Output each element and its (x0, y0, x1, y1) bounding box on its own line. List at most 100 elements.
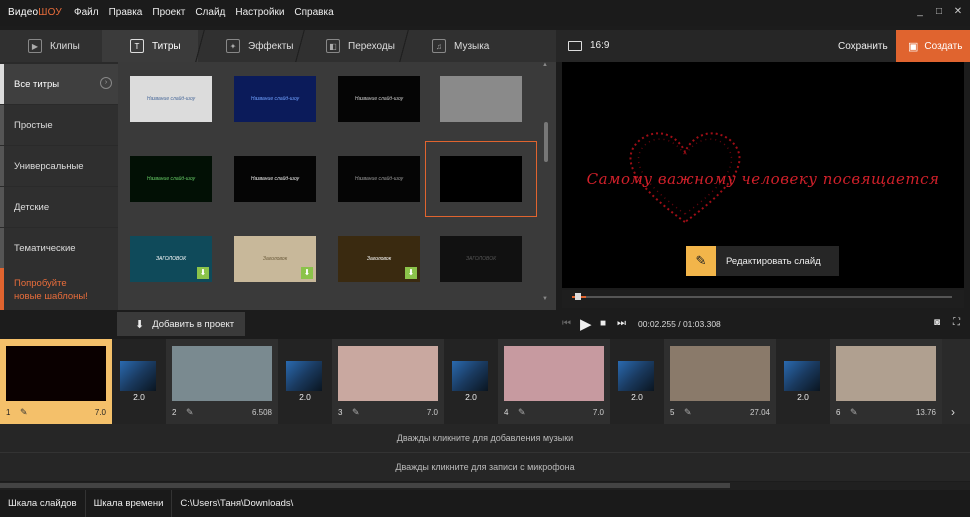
transition-duration: 2.0 (465, 392, 477, 402)
play-icon[interactable]: ▶ (580, 315, 592, 333)
slide-timeline: 1 ✎ 7.0 2.0 2 ✎ 6.508 2.0 3 ✎ 7.0 2.0 4 ✎ 7.0 2.0 5 ✎ 27.0… (0, 339, 970, 424)
time-separator: / (678, 319, 681, 329)
pencil-icon[interactable]: ✎ (352, 407, 360, 418)
download-icon[interactable]: ⬇ (405, 267, 417, 279)
title-thumbnail[interactable]: Название слайд-шоу (130, 156, 212, 202)
timeline-transition[interactable]: 2.0 (610, 339, 664, 424)
tab-transitions-label: Переходы (348, 40, 395, 52)
tab-music[interactable]: ♫ Музыка (404, 30, 510, 62)
tab-titles[interactable]: T Титры (102, 30, 198, 62)
download-icon[interactable]: ⬇ (301, 267, 313, 279)
timeline-transition[interactable]: 2.0 (278, 339, 332, 424)
scrollbar-thumb[interactable] (0, 483, 730, 488)
title-thumbnail[interactable]: Название слайд-шоу (234, 76, 316, 122)
fullscreen-icon[interactable]: ⛶ (953, 317, 960, 328)
stop-icon[interactable]: ■ (600, 318, 606, 329)
snapshot-icon[interactable]: ◙ (934, 317, 940, 328)
pencil-icon[interactable]: ✎ (518, 407, 526, 418)
title-thumbnail[interactable] (425, 141, 537, 217)
title-thumbnail[interactable]: Название слайд-шоу (338, 156, 420, 202)
timeline-slide[interactable]: 4 ✎ 7.0 (498, 339, 610, 424)
category-kids[interactable]: Детские (0, 187, 118, 227)
menu-help[interactable]: Справка (294, 7, 333, 18)
create-button[interactable]: ▣ Создать (896, 30, 970, 62)
pencil-icon[interactable]: ✎ (20, 407, 28, 418)
category-simple[interactable]: Простые (0, 105, 118, 145)
status-bar: Шкала слайдов Шкала времени C:\Users\Тан… (0, 490, 970, 517)
microphone-track[interactable]: Дважды кликните для записи с микрофона (0, 453, 970, 481)
transitions-icon: ◧ (326, 39, 340, 53)
title-thumbnail[interactable] (440, 76, 522, 122)
skip-forward-icon[interactable]: ⏭ (617, 318, 626, 329)
edit-slide-button[interactable]: ✎ Редактировать слайд (686, 246, 839, 276)
title-thumbnail[interactable]: Название слайд-шоу (234, 156, 316, 202)
save-button[interactable]: Сохранить (838, 41, 888, 52)
maximize-button[interactable]: □ (932, 5, 946, 19)
menu-edit[interactable]: Правка (109, 7, 143, 18)
title-thumbnail[interactable]: Заголовок ⬇ (338, 236, 420, 282)
timeline-transition[interactable]: 2.0 (444, 339, 498, 424)
download-icon[interactable]: ⬇ (197, 267, 209, 279)
thumbnail-caption: Название слайд-шоу (146, 176, 196, 182)
title-thumbnail[interactable]: Название слайд-шоу (338, 76, 420, 122)
tab-transitions[interactable]: ◧ Переходы (298, 30, 404, 62)
transition-duration: 2.0 (299, 392, 311, 402)
pencil-icon[interactable]: ✎ (186, 407, 194, 418)
new-templates-promo[interactable]: Попробуйте новые шаблоны! (0, 268, 118, 310)
preview-seekbar[interactable] (562, 290, 964, 308)
category-label: Тематические (14, 243, 76, 254)
timeline-slide[interactable]: 5 ✎ 27.04 (664, 339, 776, 424)
seek-track (572, 296, 952, 298)
timeline-slide[interactable]: 1 ✎ 7.0 (0, 339, 112, 424)
minimize-button[interactable]: _ (913, 5, 927, 19)
slide-number: 1 (6, 408, 11, 417)
menu-file[interactable]: Файл (74, 7, 99, 18)
timeline-view-toggle[interactable]: Шкала времени (86, 490, 173, 517)
slide-view-toggle[interactable]: Шкала слайдов (0, 490, 86, 517)
timeline-transition[interactable]: 2.0 (112, 339, 166, 424)
timeline-next-icon[interactable]: › (951, 405, 955, 419)
tab-music-label: Музыка (454, 40, 490, 52)
timeline-transition[interactable]: 2.0 (776, 339, 830, 424)
timeline-scrollbar[interactable] (0, 482, 970, 490)
promo-line-2: новые шаблоны! (14, 291, 88, 302)
slide-duration: 27.04 (749, 408, 770, 417)
slide-thumbnail (670, 346, 770, 401)
title-thumbnail[interactable]: Заголовок ⬇ (234, 236, 316, 282)
add-to-project-button[interactable]: ⬇ Добавить в проект (117, 312, 245, 336)
category-thematic[interactable]: Тематические (0, 228, 118, 268)
project-path: C:\Users\Таня\Downloads\ (180, 498, 294, 509)
tab-effects[interactable]: ✦ Эффекты (198, 30, 298, 62)
seek-handle[interactable] (575, 293, 581, 300)
thumbnail-caption: Заголовок (262, 256, 288, 262)
category-universal[interactable]: Универсальные (0, 146, 118, 186)
music-track[interactable]: Дважды кликните для добавления музыки (0, 424, 970, 452)
scroll-up-icon[interactable]: ▲ (542, 62, 548, 68)
timeline-slide[interactable]: 6 ✎ 13.76 (830, 339, 942, 424)
title-thumbnail[interactable]: ЗАГОЛОВОК ⬇ (130, 236, 212, 282)
title-thumbnail[interactable]: Название слайд-шоу (130, 76, 212, 122)
close-button[interactable]: ✕ (951, 5, 965, 19)
timeline-slide[interactable]: 3 ✎ 7.0 (332, 339, 444, 424)
skip-back-icon[interactable]: ⏮ (562, 318, 571, 329)
menu-slide[interactable]: Слайд (195, 7, 225, 18)
scrollbar-thumb[interactable] (544, 122, 548, 162)
current-time: 00:02.255 (638, 319, 676, 329)
timeline-slide[interactable]: 2 ✎ 6.508 (166, 339, 278, 424)
aspect-ratio-selector[interactable]: 16:9 (568, 40, 609, 51)
transition-duration: 2.0 (631, 392, 643, 402)
menu-settings[interactable]: Настройки (235, 7, 284, 18)
category-all-titles[interactable]: Все титры › (0, 64, 118, 104)
title-bar: ВидеоШОУ Файл Правка Проект Слайд Настро… (0, 0, 970, 26)
logo-prefix: Видео (8, 7, 39, 18)
pencil-icon[interactable]: ✎ (684, 407, 692, 418)
music-icon: ♫ (432, 39, 446, 53)
pencil-icon[interactable]: ✎ (850, 407, 858, 418)
menu-project[interactable]: Проект (152, 7, 185, 18)
scroll-down-icon[interactable]: ▼ (542, 296, 548, 302)
transition-thumbnail (286, 361, 322, 391)
tab-clips[interactable]: ▶ Клипы (0, 30, 108, 62)
title-thumbnail[interactable]: ЗАГОЛОВОК (440, 236, 522, 282)
grid-scrollbar[interactable]: ▲ ▼ (542, 62, 548, 302)
playback-time: 00:02.255 / 01:03.308 (638, 319, 721, 329)
